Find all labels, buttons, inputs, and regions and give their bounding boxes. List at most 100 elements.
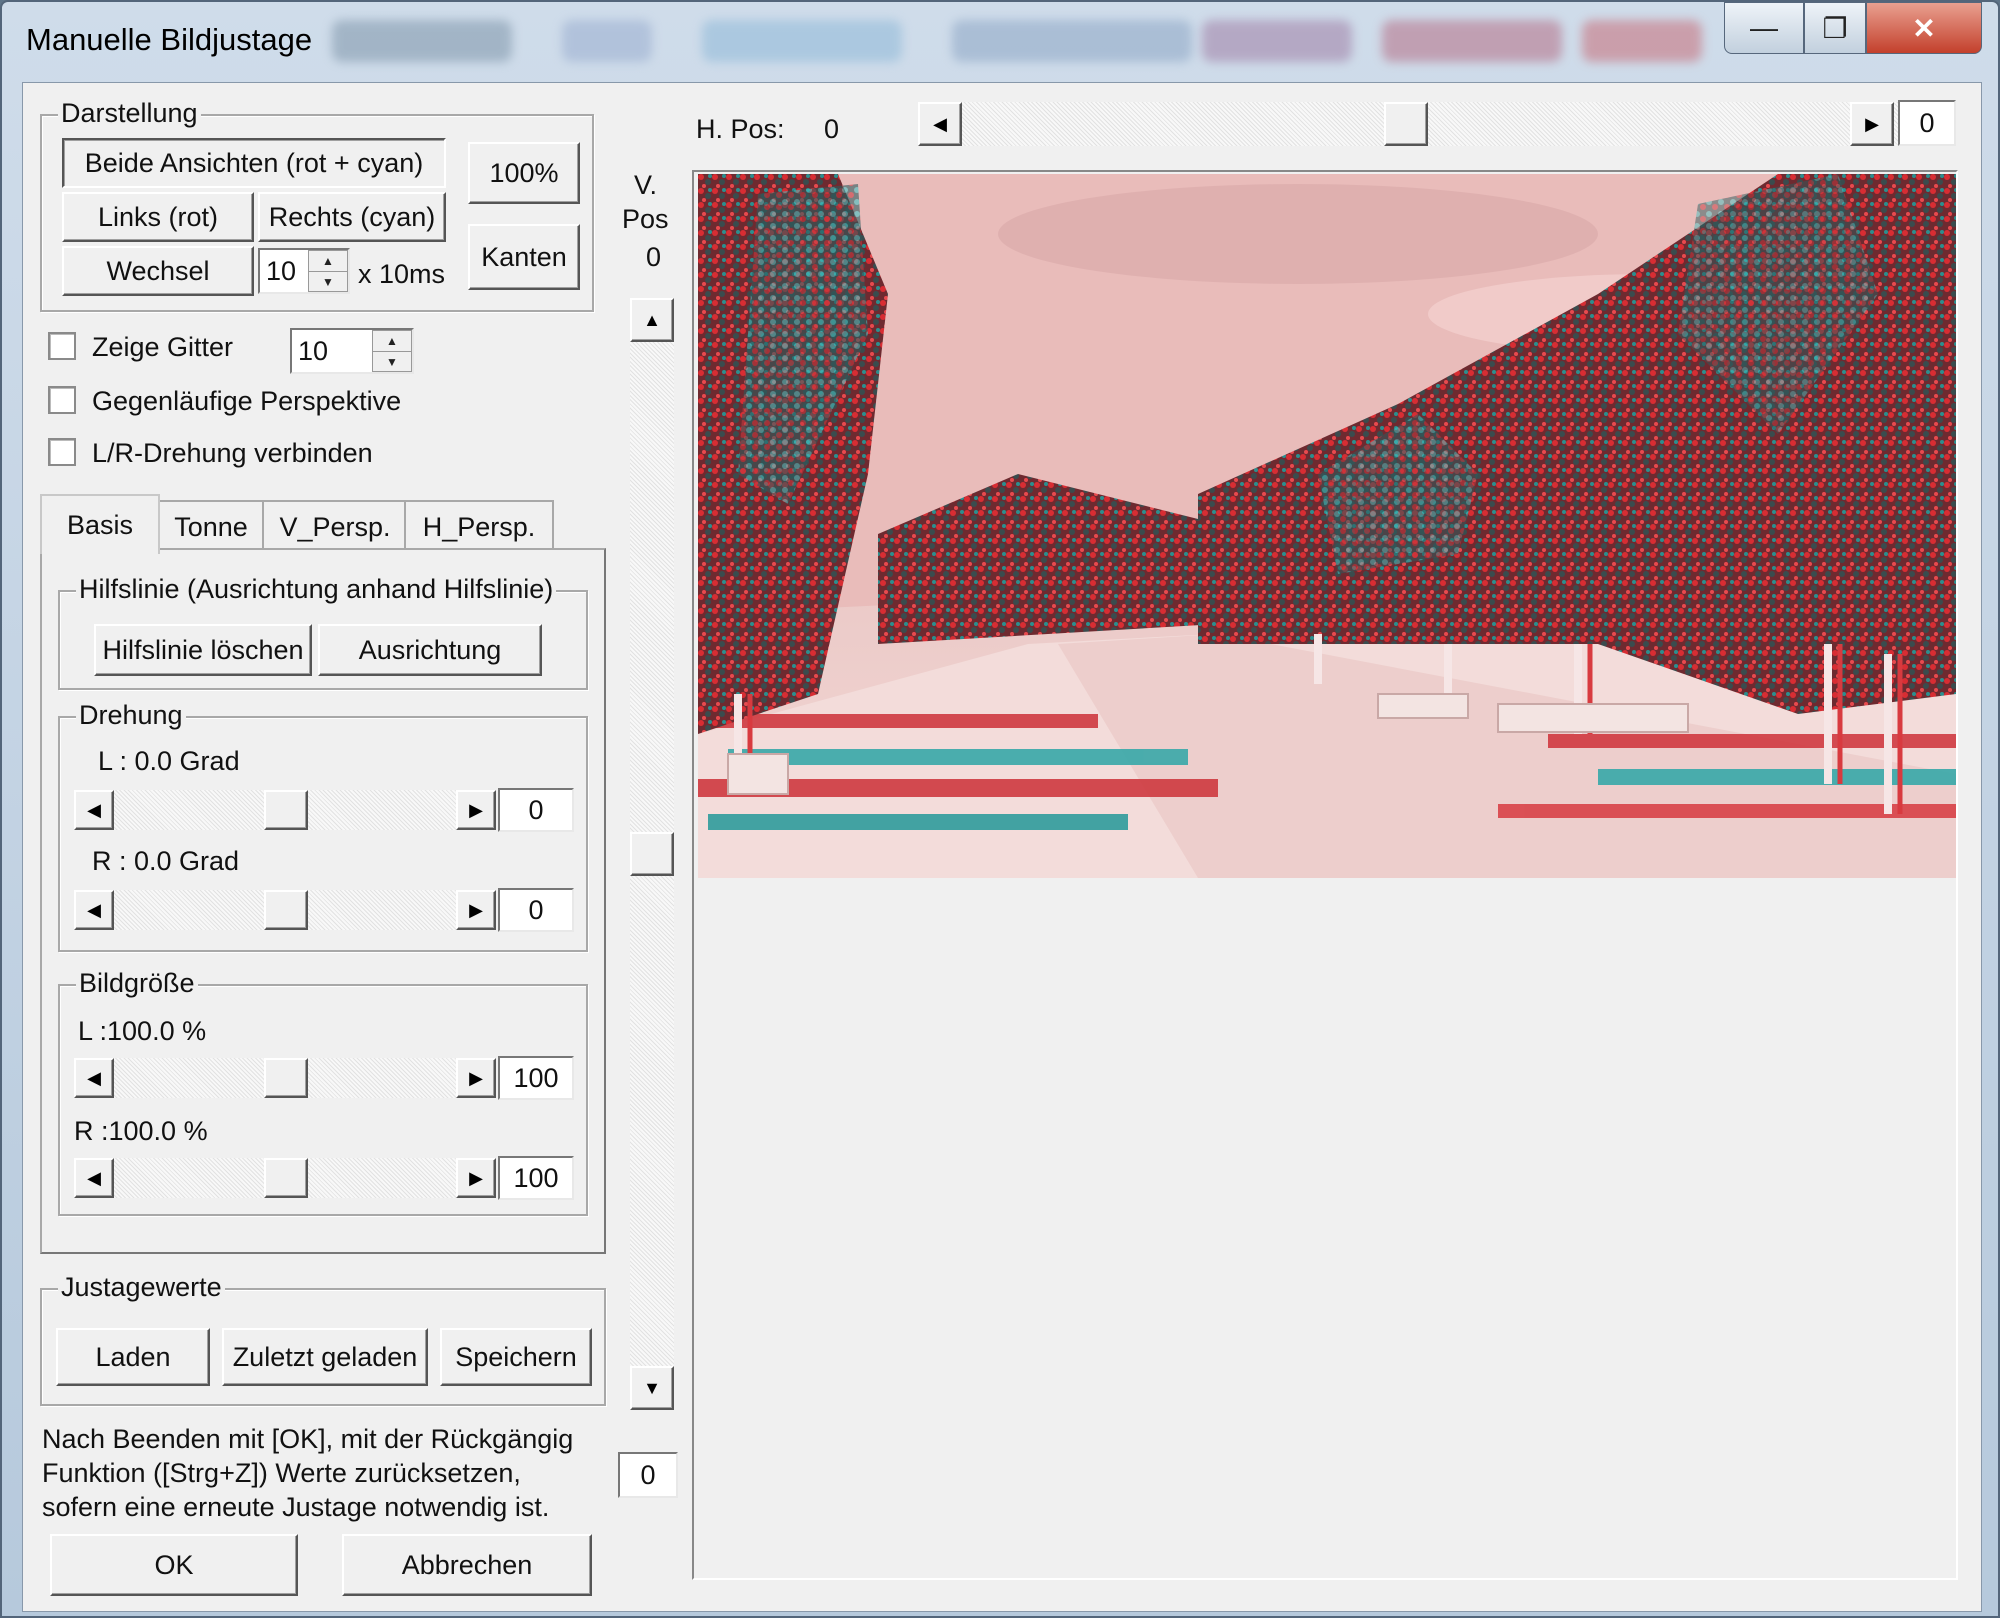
- v-pos-box[interactable]: 0: [618, 1452, 678, 1498]
- grid-size-stepper[interactable]: ▲ ▼: [372, 330, 412, 372]
- rotation-right-decrease[interactable]: ◀: [74, 890, 114, 930]
- zoom-100-button[interactable]: 100%: [468, 142, 580, 204]
- window-title: Manuelle Bildjustage: [26, 22, 313, 57]
- arrow-up-icon: ▲: [643, 309, 661, 330]
- rotation-right-label: R : 0.0 Grad: [92, 846, 240, 876]
- arrow-right-icon: ▶: [469, 1067, 483, 1088]
- anaglyph-preview-image[interactable]: [698, 174, 1956, 878]
- show-grid-label: Zeige Gitter: [92, 332, 234, 362]
- v-pos-label-2: Pos: [622, 204, 669, 234]
- h-pos-increase[interactable]: ▶: [1850, 102, 1894, 146]
- grid-size-value: 10: [298, 335, 329, 366]
- interval-unit: x 10ms: [358, 259, 446, 289]
- h-pos-box[interactable]: 0: [1898, 100, 1956, 146]
- tab-tonne[interactable]: Tonne: [156, 500, 266, 552]
- size-left-decrease[interactable]: ◀: [74, 1058, 114, 1098]
- spin-up-icon[interactable]: ▲: [309, 251, 347, 271]
- both-views-button[interactable]: Beide Ansichten (rot + cyan): [62, 138, 446, 188]
- size-left-thumb[interactable]: [264, 1058, 308, 1098]
- interval-value: 10: [266, 255, 297, 286]
- arrow-right-icon: ▶: [469, 799, 483, 820]
- tab-basis[interactable]: Basis: [40, 494, 160, 554]
- maximize-icon: ❐: [1822, 12, 1848, 44]
- h-pos-thumb[interactable]: [1384, 102, 1428, 146]
- arrow-right-icon: ▶: [1865, 113, 1879, 134]
- link-rotation-checkbox[interactable]: [48, 438, 76, 466]
- v-pos-value: 0: [646, 242, 662, 272]
- ok-button[interactable]: OK: [50, 1534, 298, 1596]
- size-right-label: R :100.0 %: [74, 1116, 208, 1146]
- size-right-decrease[interactable]: ◀: [74, 1158, 114, 1198]
- maximize-button[interactable]: ❐: [1804, 2, 1866, 54]
- arrow-left-icon: ◀: [87, 1167, 101, 1188]
- blurred-toolbar-icon: [562, 20, 652, 62]
- delete-guide-line-button[interactable]: Hilfslinie löschen: [94, 624, 312, 676]
- tab-strip: Basis Tonne V_Persp. H_Persp.: [40, 494, 600, 554]
- right-cyan-button[interactable]: Rechts (cyan): [258, 192, 446, 242]
- blurred-toolbar-icon: [1582, 20, 1702, 62]
- size-left-label: L :100.0 %: [78, 1016, 207, 1046]
- h-pos-decrease[interactable]: ◀: [918, 102, 962, 146]
- rotation-left-decrease[interactable]: ◀: [74, 790, 114, 830]
- anaglyph-photo: [698, 174, 1956, 878]
- v-pos-thumb[interactable]: [630, 832, 674, 876]
- rotation-right-value[interactable]: 0: [498, 888, 574, 932]
- h-pos-label: H. Pos:: [696, 114, 785, 144]
- link-rotation-label: L/R-Drehung verbinden: [92, 438, 373, 468]
- arrow-left-icon: ◀: [87, 1067, 101, 1088]
- align-button[interactable]: Ausrichtung: [318, 624, 542, 676]
- size-left-increase[interactable]: ▶: [456, 1058, 496, 1098]
- close-button[interactable]: ✕: [1866, 2, 1982, 54]
- tab-h-persp[interactable]: H_Persp.: [404, 500, 554, 552]
- hint-line-1: Nach Beenden mit [OK], mit der Rückgängi…: [42, 1424, 574, 1454]
- size-left-value[interactable]: 100: [498, 1056, 574, 1100]
- toggle-button[interactable]: Wechsel: [62, 246, 254, 296]
- rotation-left-increase[interactable]: ▶: [456, 790, 496, 830]
- arrow-right-icon: ▶: [469, 899, 483, 920]
- size-right-thumb[interactable]: [264, 1158, 308, 1198]
- h-pos-value: 0: [824, 114, 840, 144]
- spin-up-icon[interactable]: ▲: [373, 331, 411, 351]
- blurred-toolbar-icon: [1382, 20, 1562, 62]
- save-button[interactable]: Speichern: [440, 1328, 592, 1386]
- minimize-icon: —: [1750, 12, 1778, 43]
- minimize-button[interactable]: —: [1724, 2, 1804, 54]
- arrow-left-icon: ◀: [87, 799, 101, 820]
- hint-line-2: Funktion ([Strg+Z]) Werte zurücksetzen,: [42, 1458, 521, 1488]
- darstellung-label: Darstellung: [58, 98, 201, 129]
- blurred-toolbar-icon: [952, 20, 1192, 62]
- arrow-right-icon: ▶: [469, 1167, 483, 1188]
- v-pos-label-1: V.: [634, 170, 658, 200]
- arrow-left-icon: ◀: [933, 113, 947, 134]
- rotation-right-increase[interactable]: ▶: [456, 890, 496, 930]
- size-right-increase[interactable]: ▶: [456, 1158, 496, 1198]
- interval-stepper[interactable]: ▲ ▼: [308, 250, 348, 292]
- dialog-window: Manuelle Bildjustage — ❐ ✕ Darstellung B…: [0, 0, 2000, 1618]
- tab-v-persp[interactable]: V_Persp.: [262, 500, 408, 552]
- rotation-right-thumb[interactable]: [264, 890, 308, 930]
- image-size-label: Bildgröße: [76, 968, 198, 999]
- size-right-value[interactable]: 100: [498, 1156, 574, 1200]
- cancel-button[interactable]: Abbrechen: [342, 1534, 592, 1596]
- load-button[interactable]: Laden: [56, 1328, 210, 1386]
- rotation-left-label: L : 0.0 Grad: [98, 746, 240, 776]
- spin-down-icon[interactable]: ▼: [309, 271, 347, 292]
- last-loaded-button[interactable]: Zuletzt geladen: [222, 1328, 428, 1386]
- title-bar[interactable]: Manuelle Bildjustage — ❐ ✕: [2, 2, 2000, 82]
- hint-line-3: sofern eine erneute Justage notwendig is…: [42, 1492, 550, 1522]
- rotation-left-value[interactable]: 0: [498, 788, 574, 832]
- close-icon: ✕: [1912, 12, 1936, 44]
- spin-down-icon[interactable]: ▼: [373, 351, 411, 372]
- v-pos-decrease[interactable]: ▲: [630, 298, 674, 342]
- rotation-label: Drehung: [76, 700, 186, 731]
- opposite-perspective-label: Gegenläufige Perspektive: [92, 386, 402, 416]
- guide-line-label: Hilfslinie (Ausrichtung anhand Hilfslini…: [76, 574, 557, 605]
- edges-button[interactable]: Kanten: [468, 224, 580, 290]
- left-red-button[interactable]: Links (rot): [62, 192, 254, 242]
- adjustment-values-label: Justagewerte: [58, 1272, 225, 1303]
- rotation-left-thumb[interactable]: [264, 790, 308, 830]
- opposite-perspective-checkbox[interactable]: [48, 386, 76, 414]
- show-grid-checkbox[interactable]: [48, 332, 76, 360]
- v-pos-increase[interactable]: ▼: [630, 1366, 674, 1410]
- arrow-left-icon: ◀: [87, 899, 101, 920]
